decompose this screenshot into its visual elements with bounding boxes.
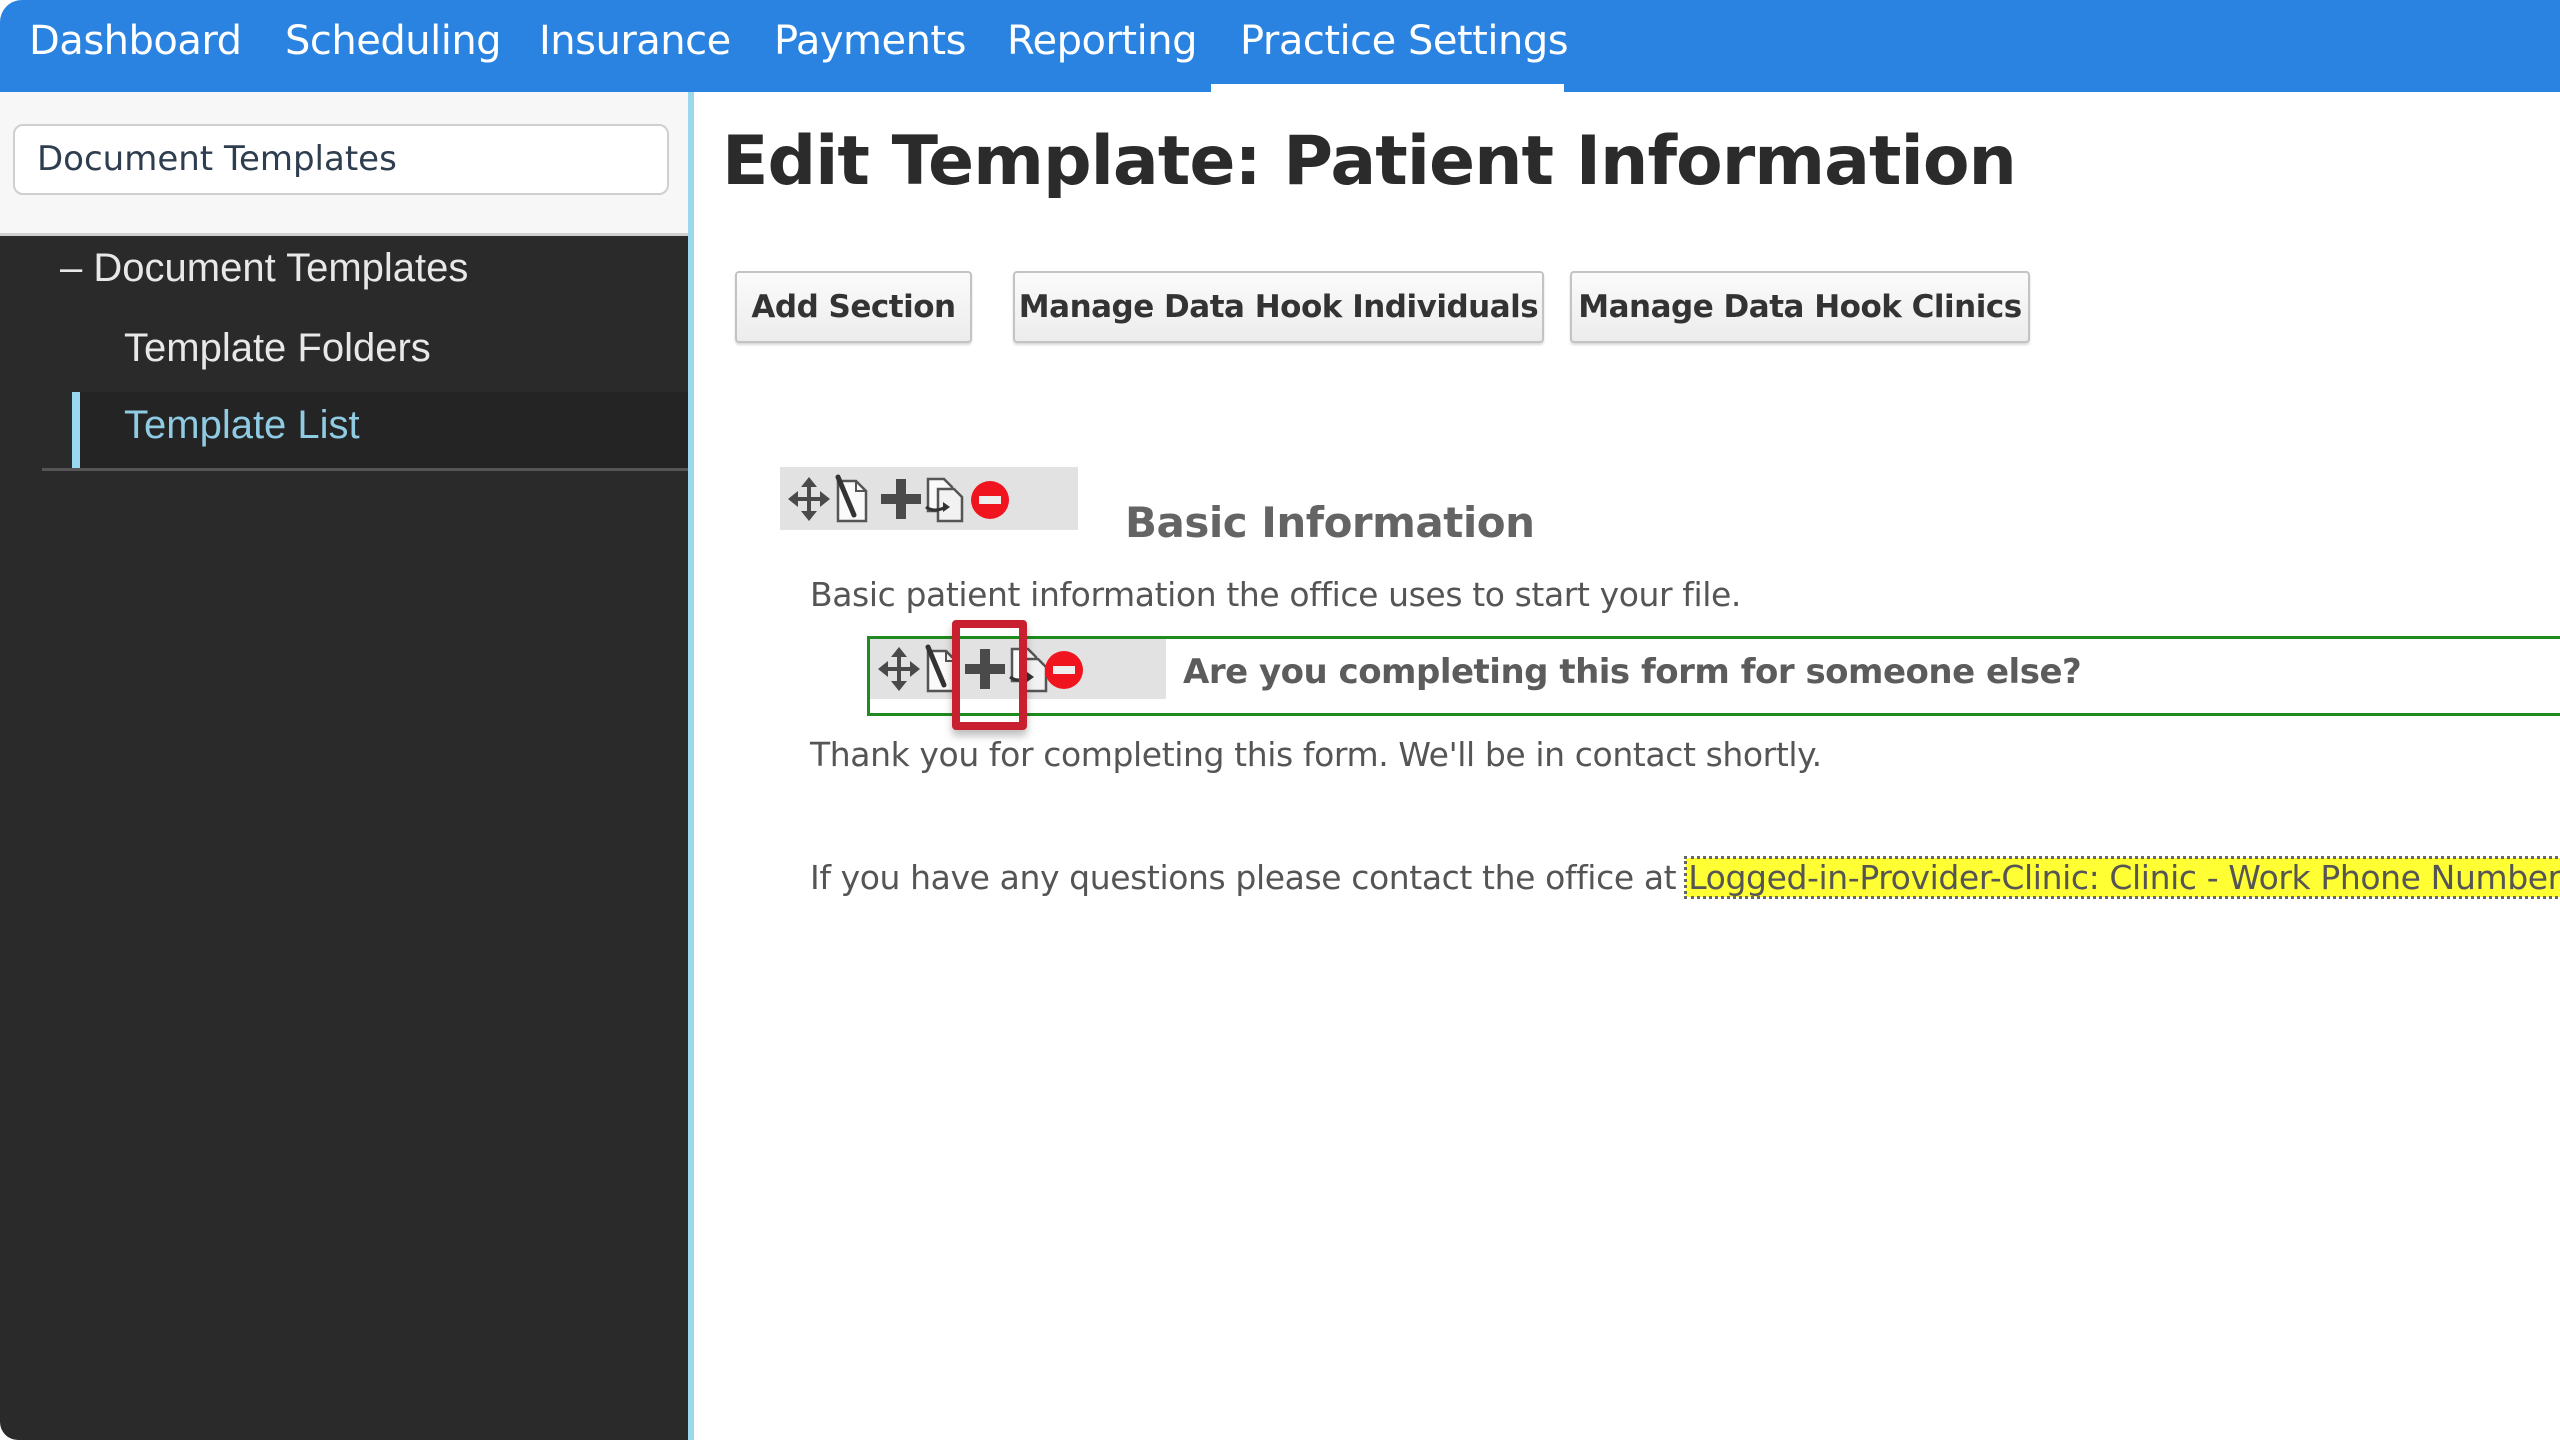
move-icon[interactable]	[876, 643, 922, 695]
sidebar-search-area: Document Templates	[0, 92, 688, 236]
nav-reporting[interactable]: Reporting	[1007, 18, 1197, 64]
page-title: Edit Template: Patient Information	[722, 122, 2017, 201]
nav-dashboard[interactable]: Dashboard	[29, 18, 242, 64]
nav-payments[interactable]: Payments	[774, 18, 966, 64]
move-icon[interactable]	[786, 473, 832, 525]
tree-item-template-list[interactable]: Template List	[124, 403, 360, 448]
add-icon[interactable]	[962, 643, 1008, 695]
question-text: Are you completing this form for someone…	[1183, 652, 2082, 692]
collapse-toggle-icon[interactable]: –	[60, 246, 82, 290]
section-toolbar	[780, 467, 1078, 530]
tree-item-document-templates[interactable]: – Document Templates	[60, 246, 468, 291]
add-section-button[interactable]: Add Section	[735, 271, 972, 343]
top-navigation-bar: Dashboard Scheduling Insurance Payments …	[0, 0, 2560, 92]
nav-active-indicator	[1211, 84, 1564, 92]
data-hook-phone-number[interactable]: Logged-in-Provider-Clinic: Clinic - Work…	[1684, 856, 2560, 899]
question-toolbar	[870, 639, 1166, 699]
tree-active-marker	[72, 392, 80, 468]
add-icon[interactable]	[878, 473, 924, 525]
delete-icon[interactable]	[1044, 643, 1090, 695]
sidebar-search-input[interactable]: Document Templates	[13, 124, 669, 195]
copy-document-icon[interactable]	[1008, 643, 1048, 695]
edit-document-icon[interactable]	[922, 643, 962, 695]
nav-practice-settings[interactable]: Practice Settings	[1240, 18, 1569, 64]
sidebar-tree: – Document Templates Template Folders Te…	[0, 236, 688, 1440]
nav-insurance[interactable]: Insurance	[539, 18, 731, 64]
manage-data-hook-individuals-button[interactable]: Manage Data Hook Individuals	[1013, 271, 1544, 343]
manage-data-hook-clinics-button[interactable]: Manage Data Hook Clinics	[1570, 271, 2030, 343]
edit-document-icon[interactable]	[832, 473, 878, 525]
tree-divider	[42, 468, 688, 471]
tree-item-label: Document Templates	[93, 246, 469, 290]
contact-prefix-text: If you have any questions please contact…	[810, 858, 1687, 897]
copy-document-icon[interactable]	[924, 473, 970, 525]
contact-line: If you have any questions please contact…	[810, 856, 2560, 899]
tree-item-template-folders[interactable]: Template Folders	[124, 326, 431, 371]
sidebar-border	[688, 92, 694, 1440]
delete-icon[interactable]	[970, 473, 1016, 525]
nav-scheduling[interactable]: Scheduling	[285, 18, 502, 64]
section-heading: Basic Information	[1125, 498, 1535, 547]
thank-you-text: Thank you for completing this form. We'l…	[810, 735, 1822, 774]
section-description: Basic patient information the office use…	[810, 575, 1742, 614]
